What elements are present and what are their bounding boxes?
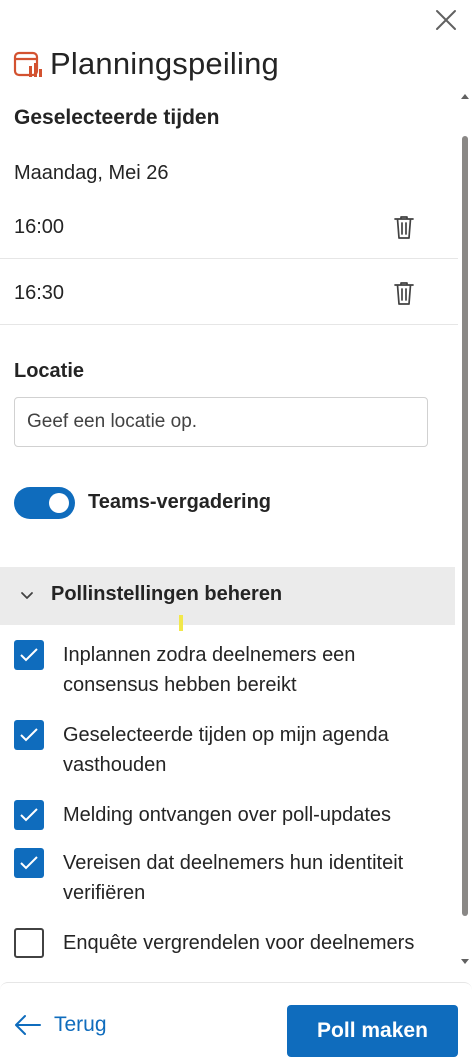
- time-slot-row: 16:00: [0, 194, 458, 260]
- time-slot-label: 16:30: [14, 281, 65, 304]
- text-cursor-marker: [179, 615, 183, 631]
- location-label: Locatie: [14, 360, 85, 382]
- vertical-scrollbar[interactable]: [458, 90, 472, 970]
- arrow-left-icon: [15, 1015, 41, 1035]
- selected-date: Maandag, Mei 26: [14, 162, 169, 184]
- close-icon: [436, 10, 456, 30]
- selected-times-heading: Geselecteerde tijden: [14, 106, 220, 129]
- checkbox-checked[interactable]: [14, 640, 44, 670]
- time-slot-row: 16:30: [0, 260, 458, 326]
- checkbox-checked[interactable]: [14, 720, 44, 750]
- close-button[interactable]: [432, 6, 460, 34]
- setting-option[interactable]: Inplannen zodra deelnemers een consensus…: [0, 640, 458, 704]
- divider: [0, 324, 458, 325]
- setting-option[interactable]: Vereisen dat deelnemers hun identiteit v…: [0, 848, 458, 912]
- scroll-up-arrow-icon[interactable]: [461, 94, 469, 99]
- toggle-knob: [49, 493, 69, 513]
- checkmark-icon: [20, 728, 38, 742]
- delete-time-button[interactable]: [392, 214, 416, 240]
- back-button[interactable]: Terug: [14, 1013, 107, 1037]
- setting-option-label: Inplannen zodra deelnemers een consensus…: [63, 644, 356, 696]
- delete-time-button[interactable]: [392, 280, 416, 306]
- checkmark-icon: [20, 856, 38, 870]
- setting-option[interactable]: Enquête vergrendelen voor deelnemers: [0, 928, 458, 980]
- checkbox-checked[interactable]: [14, 800, 44, 830]
- scrollbar-thumb[interactable]: [462, 136, 468, 916]
- setting-option[interactable]: Melding ontvangen over poll-updates: [0, 800, 458, 834]
- checkmark-icon: [20, 648, 38, 662]
- panel-footer: Terug Poll maken: [0, 982, 472, 1062]
- teams-meeting-toggle[interactable]: [14, 487, 75, 519]
- poll-settings-expander[interactable]: Pollinstellingen beheren: [0, 567, 455, 625]
- scroll-down-arrow-icon[interactable]: [461, 959, 469, 964]
- setting-option-label: Vereisen dat deelnemers hun identiteit v…: [63, 852, 404, 904]
- page-title: Planningspeiling: [50, 46, 279, 81]
- panel-header: Planningspeiling: [12, 44, 279, 84]
- setting-option-label: Melding ontvangen over poll-updates: [63, 804, 391, 826]
- location-input[interactable]: [14, 397, 428, 447]
- checkmark-icon: [20, 808, 38, 822]
- setting-option[interactable]: Geselecteerde tijden op mijn agenda vast…: [0, 720, 458, 784]
- back-button-label: Terug: [54, 1013, 107, 1036]
- scroll-content[interactable]: Geselecteerde tijden Maandag, Mei 26 16:…: [0, 90, 458, 980]
- setting-option-label: Geselecteerde tijden op mijn agenda vast…: [63, 724, 389, 776]
- chevron-down-icon: [21, 592, 33, 599]
- setting-option-label: Enquête vergrendelen voor deelnemers: [63, 932, 415, 954]
- checkbox-checked[interactable]: [14, 848, 44, 878]
- checkbox-unchecked[interactable]: [14, 928, 44, 958]
- divider: [0, 258, 458, 259]
- poll-settings-heading: Pollinstellingen beheren: [51, 583, 283, 605]
- teams-meeting-label: Teams-vergadering: [88, 491, 272, 513]
- time-slot-label: 16:00: [14, 215, 65, 238]
- scheduling-poll-icon: [13, 51, 42, 77]
- create-poll-button[interactable]: Poll maken: [287, 1005, 458, 1057]
